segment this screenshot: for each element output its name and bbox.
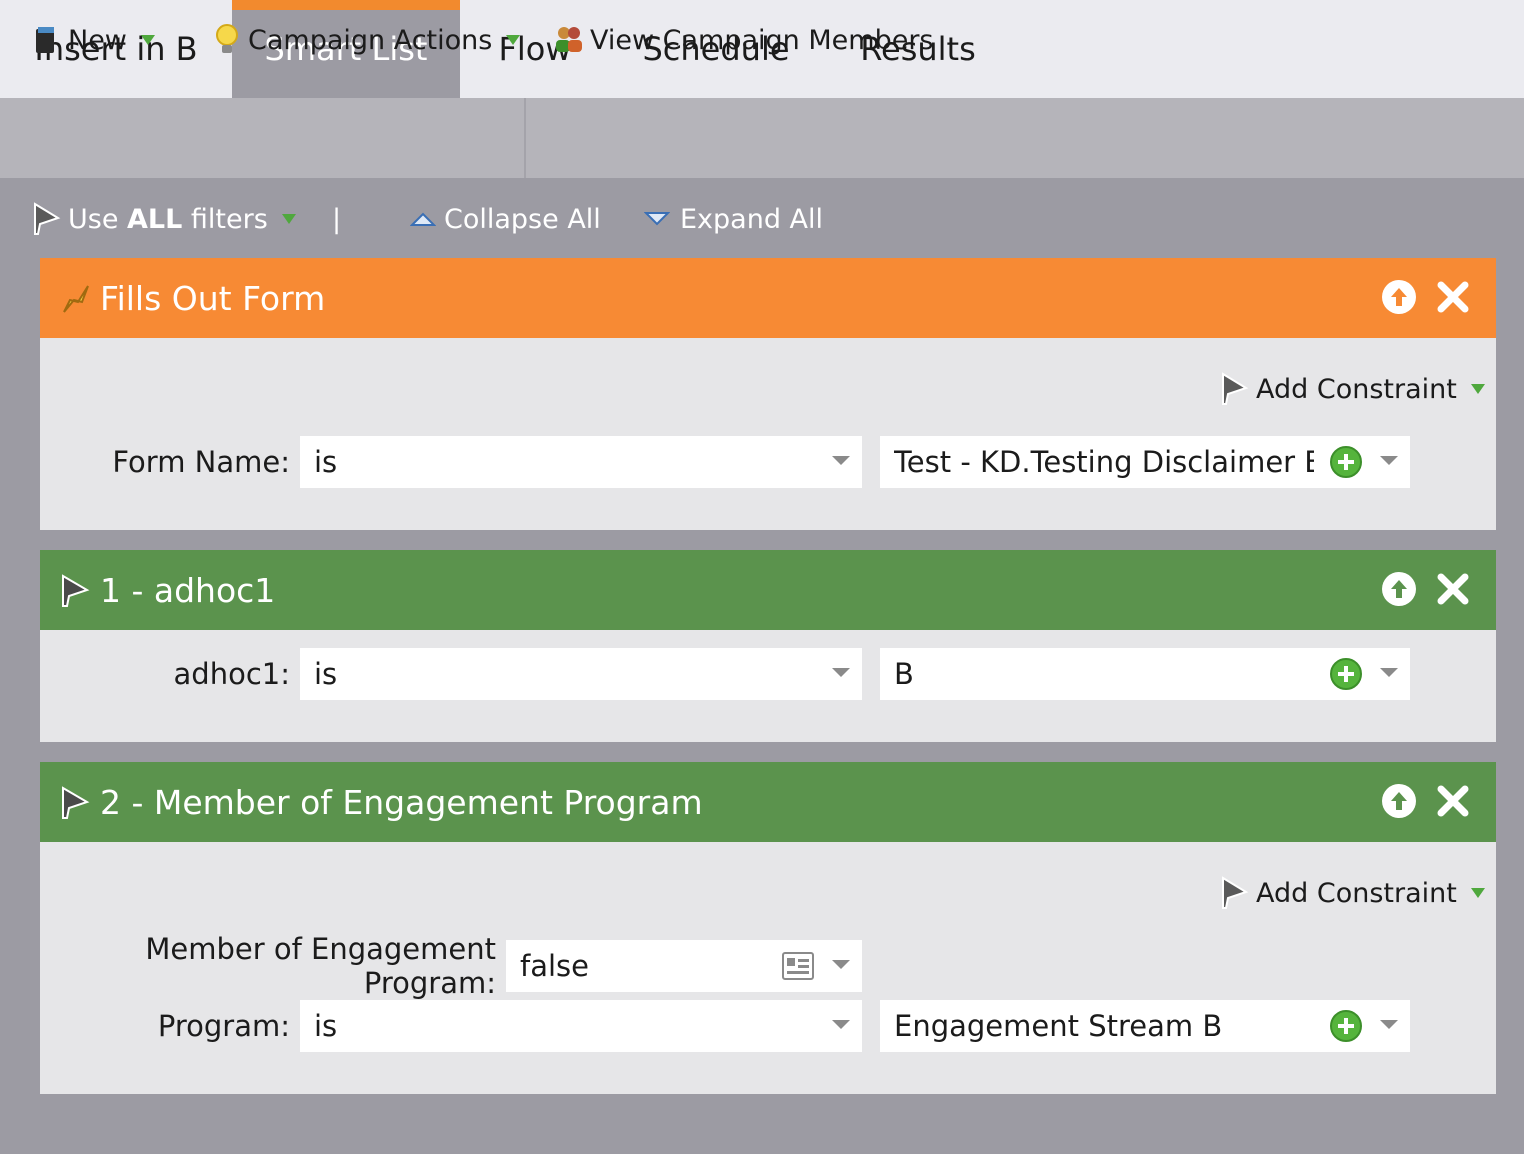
add-constraint-label: Add Constraint: [1256, 877, 1457, 909]
collapse-icon: [410, 212, 436, 226]
add-constraint-button[interactable]: Add Constraint: [1220, 876, 1485, 910]
chevron-down-icon: [1470, 888, 1485, 898]
campaign-actions-button[interactable]: Campaign Actions: [214, 0, 521, 80]
adhoc1-value-select[interactable]: B: [880, 648, 1410, 700]
select-value: B: [894, 657, 914, 691]
program-operator-select[interactable]: is: [300, 1000, 862, 1052]
add-value-plus-icon[interactable]: [1330, 1010, 1362, 1042]
new-label: New: [68, 24, 127, 56]
filter-bar-separator: |: [332, 203, 342, 235]
panel-title: 2 - Member of Engagement Program: [100, 782, 703, 822]
filter-panel-header[interactable]: 1 - adhoc1: [40, 550, 1496, 630]
close-icon: [1437, 785, 1469, 817]
members-icon: [556, 27, 582, 52]
close-icon: [1437, 281, 1469, 313]
adhoc1-operator-select[interactable]: is: [300, 648, 862, 700]
use-all-filters-dropdown[interactable]: Use ALL filters: [32, 180, 296, 258]
program-label: Program:: [157, 1009, 290, 1043]
arrow-up-icon: [1391, 792, 1407, 810]
filter-funnel-icon: [34, 202, 61, 235]
chevron-down-icon: [1470, 384, 1485, 394]
select-value: Test - KD.Testing Disclaimer Below: [894, 445, 1314, 479]
chevron-down-icon: [832, 456, 850, 465]
close-icon: [1437, 573, 1469, 605]
chevron-down-icon: [832, 1020, 850, 1029]
remove-filter-button[interactable]: [1434, 278, 1472, 316]
arrow-up-icon: [1391, 580, 1407, 598]
chevron-down-icon: [140, 35, 155, 45]
trigger-panel-header[interactable]: Fills Out Form: [40, 258, 1496, 338]
filter-funnel-icon: [62, 786, 90, 819]
member-of-engagement-program-select[interactable]: false: [506, 940, 862, 992]
campaign-actions-label: Campaign Actions: [248, 24, 493, 56]
chevron-down-icon: [281, 214, 296, 224]
trigger-panel-fills-out-form: Fills Out Form Add Constraint Form Name:…: [40, 258, 1496, 530]
panel-title: Fills Out Form: [100, 278, 326, 318]
member-of-engagement-program-label: Member of Engagement Program:: [145, 932, 496, 1000]
remove-filter-button[interactable]: [1434, 782, 1472, 820]
move-up-button[interactable]: [1382, 280, 1416, 314]
chevron-down-icon: [506, 35, 521, 45]
filter-funnel-icon: [1222, 372, 1249, 405]
expand-all-label: Expand All: [680, 203, 824, 235]
filter-funnel-icon: [62, 574, 90, 607]
arrow-up-icon: [1391, 288, 1407, 306]
trigger-bolt-icon: [63, 285, 89, 313]
chevron-down-icon: [1380, 1020, 1398, 1029]
chevron-down-icon: [832, 668, 850, 677]
toolbar: [0, 98, 1524, 178]
select-value: false: [520, 949, 589, 983]
filter-panel-header[interactable]: 2 - Member of Engagement Program: [40, 762, 1496, 842]
card-list-icon: [782, 952, 814, 980]
toolbar-divider: [524, 98, 526, 178]
view-campaign-members-button[interactable]: View Campaign Members: [552, 0, 934, 80]
lightbulb-icon: [216, 24, 238, 53]
use-filters-label: Use ALL filters: [68, 203, 268, 235]
add-value-plus-icon[interactable]: [1330, 446, 1362, 478]
filter-panel-adhoc1: 1 - adhoc1 adhoc1: is B: [40, 550, 1496, 742]
expand-icon: [644, 212, 670, 226]
form-name-operator-select[interactable]: is: [300, 436, 862, 488]
select-value: is: [314, 1009, 338, 1043]
filter-panel-member-of-engagement-program: 2 - Member of Engagement Program Add Con…: [40, 762, 1496, 1094]
filter-funnel-icon: [1222, 876, 1249, 909]
chevron-down-icon: [1380, 456, 1398, 465]
collapse-all-button[interactable]: Collapse All: [410, 180, 601, 258]
add-value-plus-icon[interactable]: [1330, 658, 1362, 690]
move-up-button[interactable]: [1382, 572, 1416, 606]
collapse-all-label: Collapse All: [444, 203, 601, 235]
expand-all-button[interactable]: Expand All: [644, 180, 823, 258]
program-value-select[interactable]: Engagement Stream B: [880, 1000, 1410, 1052]
view-members-label: View Campaign Members: [590, 24, 934, 56]
new-icon: [36, 27, 54, 53]
form-name-label: Form Name:: [112, 445, 290, 479]
new-button[interactable]: New: [34, 0, 155, 80]
adhoc1-label: adhoc1:: [173, 657, 290, 691]
panel-title: 1 - adhoc1: [100, 570, 276, 610]
remove-filter-button[interactable]: [1434, 570, 1472, 608]
form-name-value-select[interactable]: Test - KD.Testing Disclaimer Below: [880, 436, 1410, 488]
move-up-button[interactable]: [1382, 784, 1416, 818]
add-constraint-button[interactable]: Add Constraint: [1220, 372, 1485, 406]
select-value: is: [314, 445, 338, 479]
chevron-down-icon: [1380, 668, 1398, 677]
select-value: is: [314, 657, 338, 691]
select-value: Engagement Stream B: [894, 1009, 1223, 1043]
chevron-down-icon: [832, 960, 850, 969]
add-constraint-label: Add Constraint: [1256, 373, 1457, 405]
